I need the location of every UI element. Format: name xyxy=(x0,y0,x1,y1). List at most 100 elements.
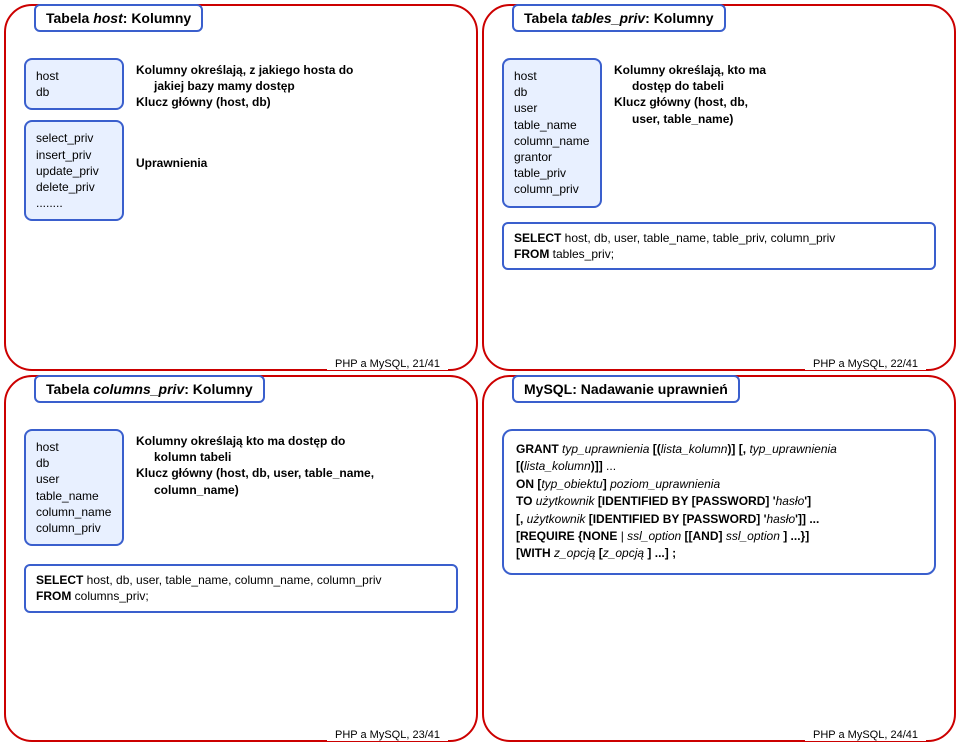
it: typ_uprawnienia xyxy=(562,442,653,456)
title-em: tables_priv xyxy=(571,10,645,26)
kw: '] xyxy=(804,494,811,508)
slide-footer: PHP a MySQL, 24/41 xyxy=(805,729,926,741)
it: typ_obiektu xyxy=(541,477,602,491)
list-item: table_name xyxy=(36,488,112,504)
list-item: host xyxy=(514,68,590,84)
kw: TO xyxy=(516,494,536,508)
sql-text: host, db, user, table_name, column_name,… xyxy=(83,573,381,587)
it: lista_kolumn xyxy=(524,459,591,473)
slide-title: Tabela columns_priv: Kolumny xyxy=(34,375,265,403)
slide-columns-priv: Tabela columns_priv: Kolumny host db use… xyxy=(4,375,478,742)
slide-grant: MySQL: Nadawanie uprawnień GRANT typ_upr… xyxy=(482,375,956,742)
desc-line: kolumn tabeli xyxy=(154,450,231,464)
host-db-box: host db xyxy=(24,58,124,110)
grant-line: [, użytkownik [IDENTIFIED BY [PASSWORD] … xyxy=(516,511,922,528)
kw: [IDENTIFIED BY [PASSWORD] ' xyxy=(589,512,767,526)
content-row: host db user table_name column_name colu… xyxy=(24,429,458,546)
page: Tabela host: Kolumny host db select_priv… xyxy=(0,0,960,746)
desc-line: column_name) xyxy=(154,483,239,497)
kw: [( xyxy=(516,459,524,473)
list-item: grantor xyxy=(514,149,590,165)
list-item: column_name xyxy=(514,133,590,149)
it: ssl_option xyxy=(726,529,783,543)
title-em: host xyxy=(93,10,123,26)
kw: [REQUIRE {NONE xyxy=(516,529,621,543)
sql-text: host, db, user, table_name, table_priv, … xyxy=(561,231,835,245)
list-item: ........ xyxy=(36,195,112,211)
title-text: Tabela xyxy=(46,10,93,26)
slide-title: Tabela tables_priv: Kolumny xyxy=(512,4,726,32)
desc-line: dostęp do tabeli xyxy=(632,79,724,93)
description: Kolumny określają, kto ma dostęp do tabe… xyxy=(614,58,936,127)
title-text: MySQL: Nadawanie uprawnień xyxy=(524,381,728,397)
list-item: select_priv xyxy=(36,130,112,146)
list-item: delete_priv xyxy=(36,179,112,195)
desc-line: Klucz główny (host, db, xyxy=(614,95,748,109)
sql-text: tables_priv; xyxy=(549,247,614,261)
it: hasło xyxy=(776,494,805,508)
slide-footer: PHP a MySQL, 23/41 xyxy=(327,729,448,741)
columns-box: host db user table_name column_name colu… xyxy=(24,429,124,546)
list-item: user xyxy=(36,471,112,487)
desc-line: Klucz główny (host, db, user, table_name… xyxy=(136,466,374,480)
kw: [WITH xyxy=(516,546,554,560)
desc-line: Kolumny określają, z jakiego hosta do xyxy=(136,63,353,77)
kw: )]] xyxy=(591,459,606,473)
list-item: host xyxy=(36,439,112,455)
content-row: host db select_priv insert_priv update_p… xyxy=(24,58,458,221)
list-item: table_name xyxy=(514,117,590,133)
grant-line: [(lista_kolumn)]] ... xyxy=(516,458,922,475)
list-item: host xyxy=(36,68,112,84)
kw: [[AND] xyxy=(685,529,726,543)
grant-syntax-box: GRANT typ_uprawnienia [(lista_kolumn)] [… xyxy=(502,429,936,575)
desc-line: Klucz główny (host, db) xyxy=(136,95,271,109)
it: poziom_uprawnienia xyxy=(610,477,720,491)
sql-box: SELECT host, db, user, table_name, table… xyxy=(502,222,936,270)
slide-tables-priv: Tabela tables_priv: Kolumny host db user… xyxy=(482,4,956,371)
kw: ] ...] xyxy=(647,546,672,560)
kw: [IDENTIFIED BY [PASSWORD] ' xyxy=(598,494,776,508)
kw: GRANT xyxy=(516,442,562,456)
grant-line: [WITH z_opcją [z_opcją ] ...] ; xyxy=(516,545,922,562)
it: z_opcją xyxy=(603,546,648,560)
kw: ON xyxy=(516,477,537,491)
desc-line: user, table_name) xyxy=(632,112,733,126)
sql-box: SELECT host, db, user, table_name, colum… xyxy=(24,564,458,612)
desc-line: Uprawnienia xyxy=(136,156,207,170)
list-item: column_priv xyxy=(36,520,112,536)
desc-line: jakiej bazy mamy dostęp xyxy=(154,79,295,93)
it: lista_kolumn xyxy=(661,442,728,456)
kw: [( xyxy=(653,442,661,456)
description: Kolumny określają, z jakiego hosta do ja… xyxy=(136,58,458,171)
kw: )] [, xyxy=(727,442,749,456)
grant-line: [REQUIRE {NONE | ssl_option [[AND] ssl_o… xyxy=(516,528,922,545)
box-column: host db select_priv insert_priv update_p… xyxy=(24,58,124,221)
sql-text: columns_priv; xyxy=(71,589,148,603)
slide-title: Tabela host: Kolumny xyxy=(34,4,203,32)
list-item: table_priv xyxy=(514,165,590,181)
it: ssl_option xyxy=(627,529,684,543)
list-item: column_priv xyxy=(514,181,590,197)
it: z_opcją xyxy=(554,546,599,560)
list-item: db xyxy=(514,84,590,100)
grant-line: ON [typ_obiektu] poziom_uprawnienia xyxy=(516,476,922,493)
tx: ... xyxy=(606,459,616,473)
title-text: Tabela xyxy=(524,10,571,26)
kw: [, xyxy=(516,512,527,526)
grant-line: TO użytkownik [IDENTIFIED BY [PASSWORD] … xyxy=(516,493,922,510)
list-item: db xyxy=(36,455,112,471)
slide-footer: PHP a MySQL, 21/41 xyxy=(327,358,448,370)
title-suffix: : Kolumny xyxy=(645,10,713,26)
sql-keyword: FROM xyxy=(36,589,71,603)
sql-keyword: FROM xyxy=(514,247,549,261)
sql-keyword: SELECT xyxy=(36,573,83,587)
sql-keyword: SELECT xyxy=(514,231,561,245)
list-item: user xyxy=(514,100,590,116)
it: hasło xyxy=(766,512,795,526)
desc-line: Kolumny określają, kto ma xyxy=(614,63,766,77)
it: typ_uprawnienia xyxy=(749,442,836,456)
title-text: Tabela xyxy=(46,381,93,397)
grant-line: GRANT typ_uprawnienia [(lista_kolumn)] [… xyxy=(516,441,922,458)
it: użytkownik xyxy=(527,512,589,526)
desc-line: Kolumny określają kto ma dostęp do xyxy=(136,434,345,448)
